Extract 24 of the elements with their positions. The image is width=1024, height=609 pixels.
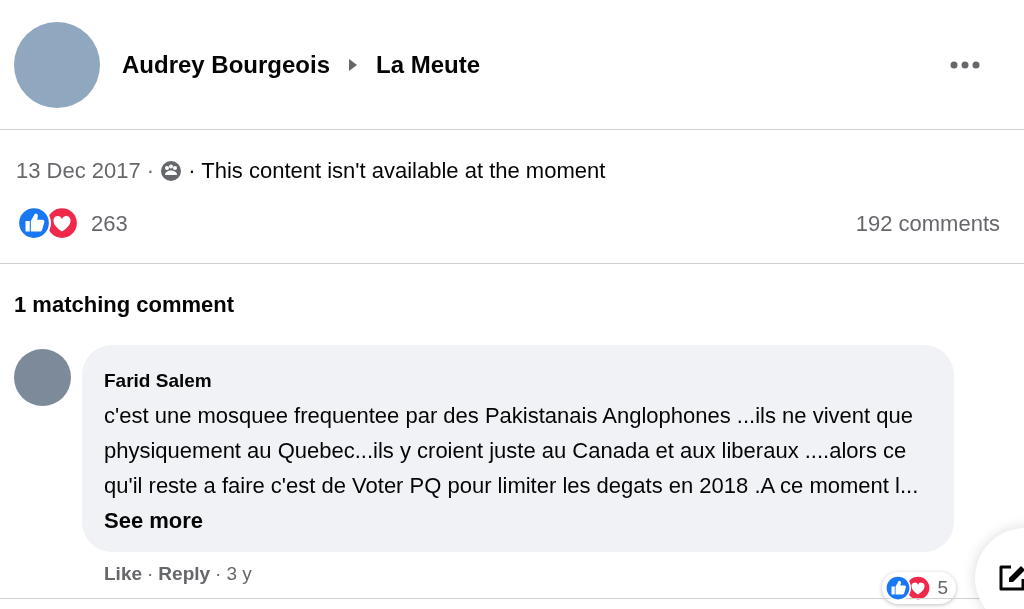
edit-icon — [997, 563, 1024, 593]
reaction-count: 5 — [937, 575, 948, 600]
see-more-link[interactable]: See more — [104, 507, 204, 533]
comment-time[interactable]: 3 y — [226, 559, 252, 588]
commenter-name[interactable]: Farid Salem — [104, 367, 930, 396]
post-date[interactable]: 13 Dec 2017 · — [16, 154, 155, 187]
comment-count[interactable]: 192 comments — [855, 206, 1000, 240]
comment-action-link[interactable]: Reply — [158, 559, 211, 588]
avatar[interactable] — [14, 349, 71, 406]
like-reaction-icon — [885, 574, 912, 601]
group-name[interactable]: La Meute — [376, 46, 481, 83]
more-icon[interactable] — [950, 60, 980, 69]
separator-dot: · — [215, 561, 222, 586]
separator-dot: · — [147, 561, 154, 586]
comment-action-link[interactable]: Like — [104, 559, 143, 588]
group-icon — [160, 159, 183, 182]
reaction-count[interactable]: 263 — [91, 206, 128, 240]
triangle-right-icon — [348, 57, 359, 72]
like-reaction-icon — [17, 206, 51, 240]
comment-text: c'est une mosquee frequentee par des Pakistanais Anglophones ...ils ne vivent que physiquement au Quebec...ils y croient juste au Canada et aux liberaux ....alors ce qu'il reste a faire c'est de Voter PQ pour limiter les degats en 2018 .A ce moment l... See more — [104, 401, 920, 535]
author-name[interactable]: Audrey Bourgeois — [122, 46, 331, 83]
reaction-pill[interactable]: 5 — [882, 571, 956, 604]
unavailable-notice: · This content isn't available at the moment — [188, 157, 606, 185]
comments-heading: 1 matching comment — [13, 291, 236, 319]
